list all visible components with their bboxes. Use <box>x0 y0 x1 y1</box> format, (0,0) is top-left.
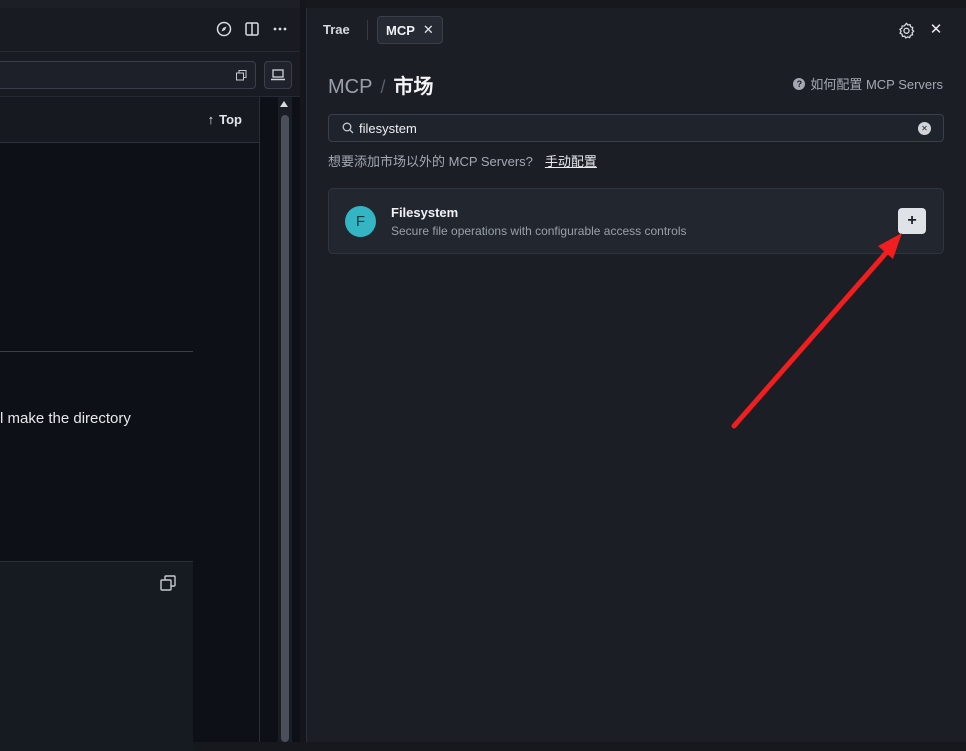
page-paragraph: l make the directory <box>0 410 131 427</box>
browser-panel: ↑ Top l make the directory <box>0 0 300 751</box>
url-input[interactable] <box>0 61 256 89</box>
close-tab-icon[interactable]: ✕ <box>423 22 434 38</box>
top-link-label: Top <box>219 112 242 127</box>
tab-separator <box>367 20 368 40</box>
divider <box>0 351 193 352</box>
copy-url-icon[interactable] <box>233 67 249 83</box>
compass-icon[interactable] <box>214 19 234 39</box>
back-to-top-link[interactable]: ↑ Top <box>208 112 242 127</box>
tab-bar: Trae MCP ✕ ✕ <box>307 8 966 52</box>
browser-toolbar <box>0 8 300 52</box>
page-header: ↑ Top <box>0 97 260 143</box>
scroll-thumb[interactable] <box>281 115 289 742</box>
page-scrollbar[interactable] <box>278 97 292 742</box>
search-input[interactable] <box>359 120 918 136</box>
arrow-up-icon: ↑ <box>207 112 215 127</box>
page-title: 市场 <box>393 76 434 98</box>
tab-trae[interactable]: Trae <box>323 22 350 37</box>
open-in-browser-icon[interactable] <box>264 61 292 89</box>
breadcrumb: MCP / 市场 <box>328 70 433 99</box>
tab-mcp[interactable]: MCP ✕ <box>377 16 443 44</box>
code-block <box>0 561 193 751</box>
more-icon[interactable] <box>270 19 290 39</box>
server-avatar: F <box>345 206 376 237</box>
copy-code-icon[interactable] <box>159 574 177 592</box>
top-strip <box>0 0 300 8</box>
breadcrumb-separator: / <box>380 77 386 97</box>
help-link[interactable]: ? 如何配置 MCP Servers <box>793 74 943 93</box>
scroll-up-arrow-icon[interactable] <box>280 101 288 107</box>
manual-config-hint: 想要添加市场以外的 MCP Servers? 手动配置 <box>328 151 597 170</box>
gear-icon[interactable] <box>897 21 915 39</box>
tab-mcp-label: MCP <box>386 22 415 38</box>
manual-config-link[interactable]: 手动配置 <box>545 151 597 170</box>
close-panel-icon[interactable]: ✕ <box>927 20 945 38</box>
add-server-button[interactable]: + <box>898 208 926 234</box>
search-box: ✕ <box>328 114 944 142</box>
url-bar <box>0 52 300 97</box>
mcp-panel: Trae MCP ✕ ✕ MCP / 市场 ? 如何配置 MCP Servers… <box>306 8 966 742</box>
web-page-content: ↑ Top l make the directory <box>0 97 278 751</box>
hint-text: 想要添加市场以外的 MCP Servers? <box>328 154 533 169</box>
question-icon: ? <box>793 77 806 90</box>
split-view-icon[interactable] <box>242 19 262 39</box>
search-icon <box>341 122 355 134</box>
help-link-label: 如何配置 MCP Servers <box>810 77 943 92</box>
page-border <box>259 97 260 742</box>
server-description: Secure file operations with configurable… <box>391 224 687 238</box>
clear-search-icon[interactable]: ✕ <box>918 121 931 135</box>
server-name: Filesystem <box>391 205 459 220</box>
server-card-filesystem[interactable]: F Filesystem Secure file operations with… <box>328 188 944 254</box>
breadcrumb-root[interactable]: MCP <box>328 76 372 99</box>
